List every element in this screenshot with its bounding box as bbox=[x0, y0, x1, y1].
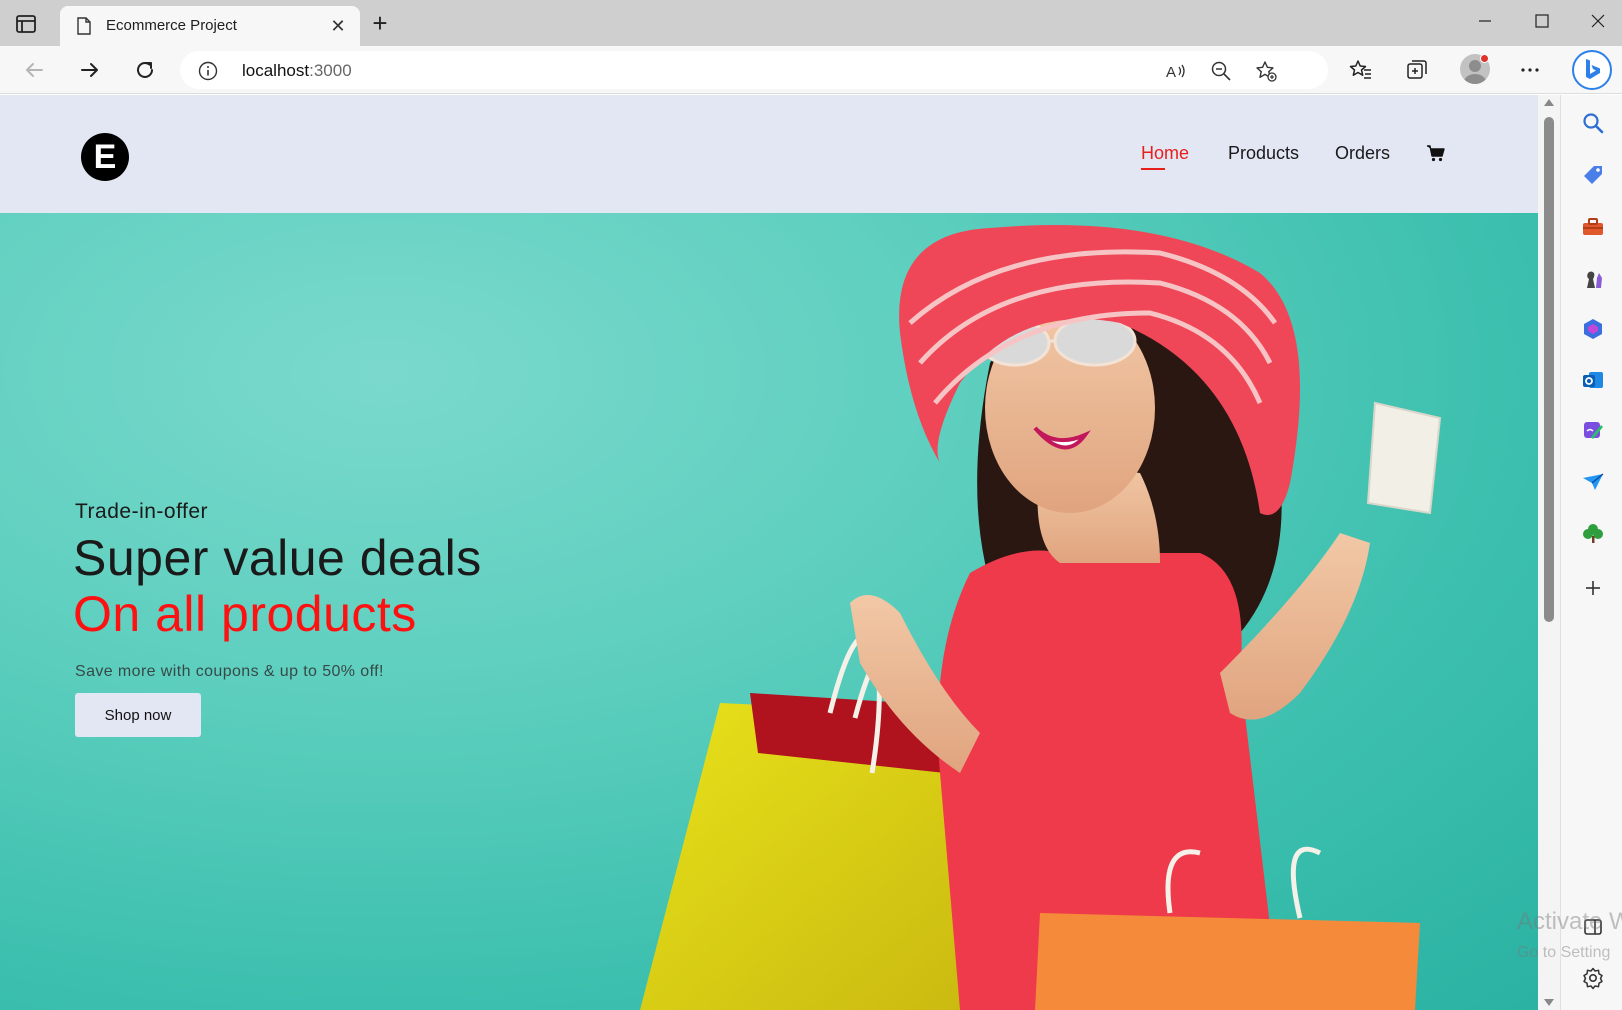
toolbox-icon[interactable] bbox=[1581, 215, 1605, 239]
scroll-thumb[interactable] bbox=[1544, 117, 1554, 622]
browser-sidebar bbox=[1560, 95, 1622, 1010]
favorites-icon[interactable] bbox=[1349, 58, 1373, 82]
activation-watermark-title: Activate W bbox=[1517, 908, 1622, 935]
hero-image bbox=[640, 225, 1442, 1010]
svg-text:A: A bbox=[1166, 64, 1176, 81]
notification-dot bbox=[1480, 54, 1489, 63]
hero-title-accent: On all products bbox=[73, 586, 417, 642]
activation-watermark-subtitle: Go to Setting bbox=[1517, 944, 1611, 961]
new-tab-icon[interactable]: + bbox=[368, 10, 392, 36]
outlook-icon[interactable] bbox=[1581, 368, 1605, 392]
minimize-window-icon[interactable] bbox=[1465, 8, 1505, 34]
browser-toolbar: localhost:3000 A bbox=[0, 46, 1622, 94]
more-options-icon[interactable] bbox=[1518, 58, 1542, 82]
shopping-tag-icon[interactable] bbox=[1581, 163, 1605, 187]
close-tab-icon[interactable]: ✕ bbox=[328, 16, 348, 36]
collections-icon[interactable] bbox=[1405, 58, 1429, 82]
zoom-out-icon[interactable] bbox=[1210, 60, 1232, 82]
games-icon[interactable] bbox=[1581, 267, 1605, 291]
nav-products-link[interactable]: Products bbox=[1228, 143, 1299, 164]
url-text[interactable]: localhost:3000 bbox=[242, 61, 352, 81]
office-icon[interactable] bbox=[1581, 317, 1605, 341]
page-icon bbox=[77, 17, 91, 35]
tab-title: Ecommerce Project bbox=[106, 17, 237, 34]
hero-title: Super value deals bbox=[73, 530, 482, 586]
scroll-up-arrow-icon[interactable] bbox=[1544, 99, 1554, 106]
hero-subtitle: Save more with coupons & up to 50% off! bbox=[75, 663, 384, 680]
scroll-down-arrow-icon[interactable] bbox=[1544, 999, 1554, 1006]
site-header: E Home Products Orders bbox=[0, 95, 1538, 213]
nav-home-link[interactable]: Home bbox=[1141, 143, 1189, 170]
back-arrow-icon[interactable] bbox=[20, 56, 48, 84]
maximize-window-icon[interactable] bbox=[1522, 8, 1562, 34]
reload-icon[interactable] bbox=[131, 56, 159, 84]
nav-orders-link[interactable]: Orders bbox=[1335, 143, 1390, 164]
site-logo[interactable]: E bbox=[81, 133, 129, 181]
designer-icon[interactable] bbox=[1581, 419, 1605, 443]
settings-icon[interactable] bbox=[1581, 966, 1605, 990]
send-icon[interactable] bbox=[1581, 470, 1605, 494]
add-icon[interactable] bbox=[1581, 576, 1605, 600]
page-scrollbar[interactable] bbox=[1538, 95, 1560, 1010]
site-info-icon[interactable] bbox=[198, 61, 218, 81]
browser-tabstrip: Ecommerce Project ✕ + bbox=[0, 0, 1622, 46]
hero-eyebrow: Trade-in-offer bbox=[75, 500, 209, 523]
hero-banner: Trade-in-offer Super value deals On all … bbox=[0, 213, 1538, 1010]
tab-actions-icon[interactable] bbox=[14, 12, 38, 36]
copilot-button[interactable] bbox=[1572, 50, 1612, 90]
web-page: E Home Products Orders Trade-in-offer Su… bbox=[0, 95, 1538, 1010]
read-aloud-icon[interactable]: A bbox=[1165, 60, 1187, 82]
search-icon[interactable] bbox=[1581, 111, 1605, 135]
cart-icon[interactable] bbox=[1426, 143, 1446, 163]
add-favorite-icon[interactable] bbox=[1255, 60, 1277, 82]
close-window-icon[interactable] bbox=[1578, 8, 1618, 34]
address-bar[interactable]: localhost:3000 A bbox=[180, 51, 1328, 89]
browser-tab-active[interactable]: Ecommerce Project ✕ bbox=[60, 6, 360, 46]
tree-icon[interactable] bbox=[1581, 521, 1605, 545]
shop-now-button[interactable]: Shop now bbox=[75, 693, 201, 737]
bing-icon bbox=[1586, 59, 1600, 79]
forward-arrow-icon[interactable] bbox=[76, 56, 104, 84]
